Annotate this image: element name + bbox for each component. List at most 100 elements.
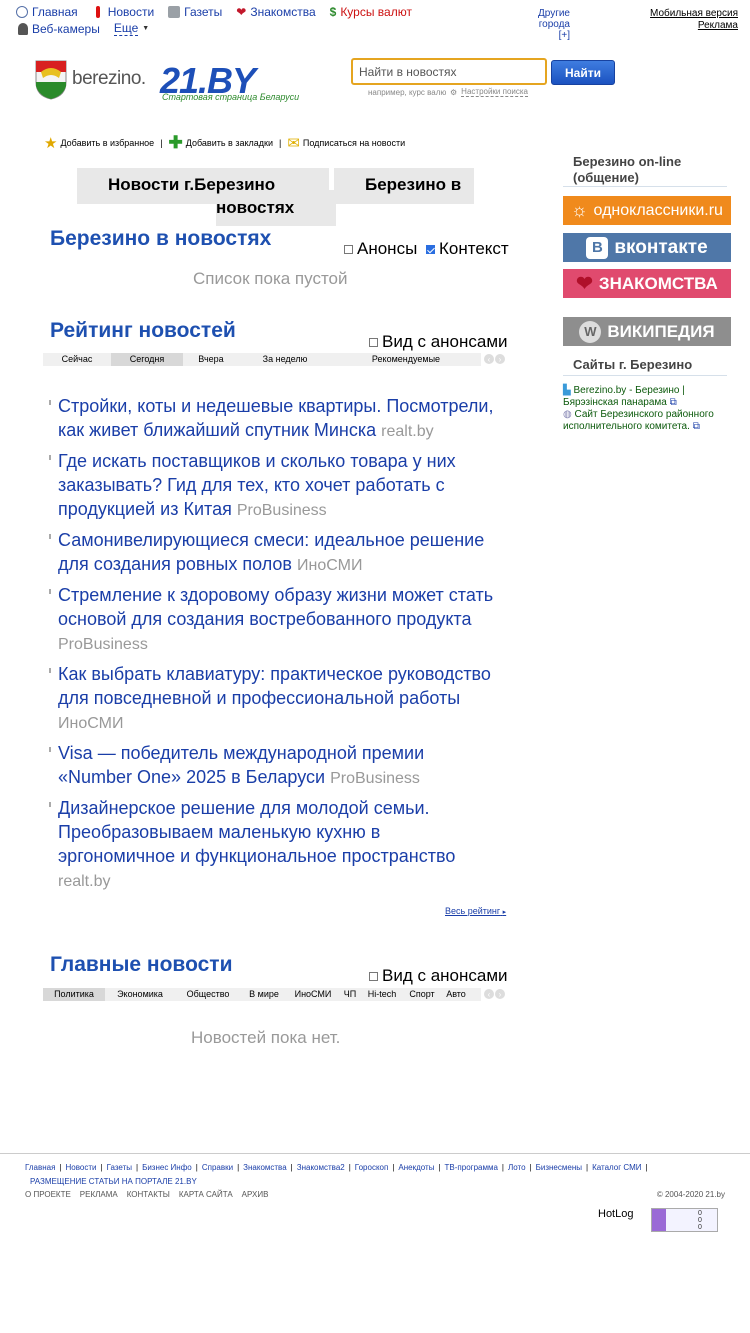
footer-navigation: Главная | Новости | Газеты | Бизнес Инфо | Справ… [25,1163,648,1186]
checkbox-unchecked[interactable] [369,337,378,347]
vk-icon: B [586,236,609,259]
site-link-executive-committee[interactable]: ◍ Сайт Березинского районного исполнител… [563,409,733,433]
section-title-main-news: Главные новости [50,953,233,976]
plus-icon: ✚ [168,133,183,152]
filter-economy[interactable]: Экономика [105,988,175,1001]
context-checkbox[interactable]: Контекст [426,239,509,259]
arrow-right-icon[interactable]: › [495,354,505,364]
nav-webcams[interactable]: Веб-камеры [18,22,100,36]
all-rating-link[interactable]: Весь рейтинг ▸ [445,906,506,916]
news-link[interactable]: Дизайнерское решение для молодой семьи. … [58,798,455,866]
filter-now[interactable]: Сейчас [43,353,111,366]
filter-sport[interactable]: Спорт [403,988,441,1001]
about-link[interactable]: О ПРОЕКТЕ [25,1190,71,1199]
footer-link[interactable]: Бизнес Инфо [142,1163,192,1172]
nav-currency[interactable]: $ Курсы валют [330,5,412,19]
announcements-checkbox[interactable]: Анонсы [344,239,417,259]
arrow-left-icon[interactable]: ‹ [484,354,494,364]
nav-more[interactable]: Еще ▼ [113,21,149,36]
rating-news-list: Стройки, коты и недешевые квартиры. Посм… [48,394,498,899]
nav-news[interactable]: Новости [92,5,154,19]
news-item[interactable]: Visa — победитель международной премии «… [48,741,498,791]
cities-toggle[interactable]: [+] [506,30,570,41]
contacts-link[interactable]: КОНТАКТЫ [127,1190,170,1199]
vkontakte-banner[interactable]: B вконтакте [563,233,731,262]
footer-link[interactable]: Газеты [107,1163,132,1172]
nav-newspapers[interactable]: Газеты [168,5,222,19]
tab-city-news-wrap[interactable]: новостях [216,198,294,218]
filter-hitech[interactable]: Hi-tech [361,988,403,1001]
site-slogan: Стартовая страница Беларуси [162,92,300,102]
news-item[interactable]: Дизайнерское решение для молодой семьи. … [48,796,498,894]
footer-placement-link[interactable]: РАЗМЕЩЕНИЕ СТАТЬИ НА ПОРТАЛЕ 21.BY [30,1177,197,1186]
filter-incidents[interactable]: ЧП [339,988,361,1001]
berezino-crest-logo[interactable] [33,58,69,100]
filter-auto[interactable]: Авто [441,988,471,1001]
news-source: ProBusiness [236,502,327,519]
liveinternet-counter[interactable]: 0 0 0 [651,1208,718,1232]
news-link[interactable]: Как выбрать клавиатуру: практическое рук… [58,664,491,708]
site-link-berezino[interactable]: ▙ Berezino.by - Березино | Бярэзінская п… [563,385,733,409]
footer-link[interactable]: Знакомства [243,1163,287,1172]
odnoklassniki-banner[interactable]: ☼ одноклассники.ru [563,196,731,225]
city-sites-list: ▙ Berezino.by - Березино | Бярэзінская п… [563,385,733,433]
subscribe-button[interactable]: ✉ Подписаться на новости [287,134,405,152]
tab-city-news[interactable]: Новости г.Березино [108,175,275,195]
news-item[interactable]: Самонивелирующиеся смеси: идеальное реше… [48,528,498,578]
filter-yesterday[interactable]: Вчера [183,353,239,366]
filter-inosmi[interactable]: ИноСМИ [287,988,339,1001]
filter-politics[interactable]: Политика [43,988,105,1001]
footer-link[interactable]: Каталог СМИ [592,1163,641,1172]
news-item[interactable]: Стройки, коты и недешевые квартиры. Посм… [48,394,498,444]
search-input[interactable]: Найти в новостях [351,58,547,85]
search-settings[interactable]: ⚙ Настройки поиска [450,87,528,97]
arrow-left-icon[interactable]: ‹ [484,989,494,999]
footer-link[interactable]: Знакомства2 [297,1163,345,1172]
mobile-version-link[interactable]: Мобильная версия [650,8,738,20]
wikipedia-banner[interactable]: W ВИКИПЕДИЯ [563,317,731,346]
sitemap-link[interactable]: КАРТА САЙТА [179,1190,233,1199]
add-bookmarks-button[interactable]: ✚ Добавить в закладки [169,133,273,153]
filter-week[interactable]: За неделю [239,353,331,366]
envelope-icon: ✉ [287,135,300,152]
other-cities[interactable]: Другие города [+] [506,8,570,41]
main-view-announcements-checkbox[interactable]: Вид с анонсами [369,966,508,986]
hotlog-counter[interactable]: HotLog [598,1208,633,1220]
footer-link[interactable]: ТВ-программа [445,1163,498,1172]
filter-recommended[interactable]: Рекомендуемые [331,353,481,366]
archive-link[interactable]: АРХИВ [242,1190,269,1199]
nav-home[interactable]: Главная [16,5,78,19]
city-logo-text: berezino. [72,68,146,89]
divider [563,375,727,376]
arrow-right-icon[interactable]: › [495,989,505,999]
ads-link[interactable]: Реклама [650,20,738,32]
footer-link[interactable]: Лото [508,1163,526,1172]
footer-link[interactable]: Новости [66,1163,97,1172]
filter-society[interactable]: Общество [175,988,241,1001]
news-link[interactable]: Стремление к здоровому образу жизни може… [58,585,493,629]
footer-link[interactable]: Бизнесмены [536,1163,582,1172]
news-link[interactable]: Самонивелирующиеся смеси: идеальное реше… [58,530,484,574]
news-source: realt.by [381,423,434,440]
filter-world[interactable]: В мире [241,988,287,1001]
sites-title: Сайты г. Березино [573,357,693,372]
news-item[interactable]: Как выбрать клавиатуру: практическое рук… [48,662,498,736]
checkbox-unchecked[interactable] [369,971,378,981]
news-item[interactable]: Стремление к здоровому образу жизни може… [48,583,498,657]
footer-link[interactable]: Анекдоты [398,1163,434,1172]
advertising-link[interactable]: РЕКЛАМА [80,1190,118,1199]
footer-link[interactable]: Главная [25,1163,55,1172]
add-favorites-button[interactable]: ★ Добавить в избранное [44,134,154,152]
filter-today[interactable]: Сегодня [111,353,183,366]
dating-banner[interactable]: ❤ ЗНАКОМСТВА [563,269,731,298]
checkbox-checked[interactable] [426,244,435,254]
checkbox-unchecked[interactable] [344,244,353,254]
nav-dating[interactable]: ❤ Знакомства [236,5,315,19]
footer-link[interactable]: Справки [202,1163,233,1172]
rating-view-announcements-checkbox[interactable]: Вид с анонсами [369,332,508,352]
search-button[interactable]: Найти [551,60,615,85]
news-item[interactable]: Где искать поставщиков и сколько товара … [48,449,498,523]
tab-city-in-news[interactable]: Березино в [365,175,461,195]
rating-filter-bar: Сейчас Сегодня Вчера За неделю Рекоменду… [43,353,481,366]
footer-link[interactable]: Гороскоп [355,1163,389,1172]
